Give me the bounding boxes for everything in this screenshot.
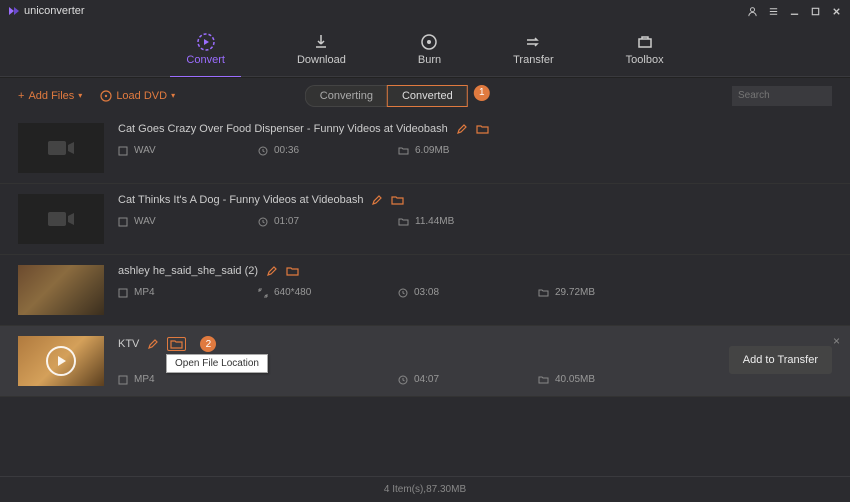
thumbnail [18, 123, 104, 173]
folder-small-icon [538, 288, 549, 298]
file-format: WAV [134, 145, 156, 156]
nav-burn-label: Burn [418, 54, 441, 66]
badge-1: 1 [474, 85, 490, 101]
file-format: WAV [134, 216, 156, 227]
nav-transfer-label: Transfer [513, 54, 554, 66]
load-dvd-label: Load DVD [116, 90, 167, 102]
file-duration: 01:07 [274, 216, 299, 227]
maximize-icon[interactable] [810, 6, 821, 17]
clock-icon [398, 288, 408, 298]
nav-convert-label: Convert [186, 54, 225, 66]
tab-converted[interactable]: Converted [387, 85, 468, 107]
format-icon [118, 217, 128, 227]
window-controls [747, 6, 842, 17]
list-item[interactable]: Cat Goes Crazy Over Food Dispenser - Fun… [0, 113, 850, 184]
file-duration: 00:36 [274, 145, 299, 156]
edit-icon[interactable] [147, 338, 159, 350]
menu-icon[interactable] [768, 6, 779, 17]
top-nav: Convert Download Burn Transfer Toolbox [0, 22, 850, 77]
user-icon[interactable] [747, 6, 758, 17]
minimize-icon[interactable] [789, 6, 800, 17]
add-to-transfer-button[interactable]: Add to Transfer [729, 346, 832, 374]
file-dimensions: 640*480 [274, 287, 311, 298]
file-list: Cat Goes Crazy Over Food Dispenser - Fun… [0, 113, 850, 476]
tab-converted-label: Converted [402, 90, 453, 102]
file-duration: 04:07 [414, 374, 439, 385]
file-title: Cat Thinks It's A Dog - Funny Videos at … [118, 194, 363, 206]
file-duration: 03:08 [414, 287, 439, 298]
tab-converting-label: Converting [320, 90, 373, 102]
file-title: ashley he_said_she_said (2) [118, 265, 258, 277]
list-item[interactable]: Cat Thinks It's A Dog - Funny Videos at … [0, 184, 850, 255]
file-format: MP4 [134, 374, 155, 385]
status-bar: 4 Item(s),87.30MB [0, 476, 850, 502]
chevron-down-icon: ▾ [78, 91, 82, 100]
file-format: MP4 [134, 287, 155, 298]
disc-icon [100, 90, 112, 102]
clock-icon [258, 217, 268, 227]
transfer-icon [523, 32, 543, 52]
file-size: 29.72MB [555, 287, 595, 298]
edit-icon[interactable] [266, 265, 278, 277]
toolbar: + Add Files ▾ Load DVD ▾ Converting Conv… [0, 77, 850, 113]
nav-toolbox[interactable]: Toolbox [620, 28, 670, 70]
download-icon [311, 32, 331, 52]
plus-icon: + [18, 90, 24, 102]
badge-2: 2 [200, 336, 216, 352]
folder-small-icon [398, 217, 409, 227]
nav-toolbox-label: Toolbox [626, 54, 664, 66]
edit-icon[interactable] [371, 194, 383, 206]
remove-item-icon[interactable]: × [833, 334, 840, 348]
burn-icon [419, 32, 439, 52]
thumbnail [18, 194, 104, 244]
thumbnail [18, 265, 104, 315]
search-input[interactable] [732, 86, 832, 106]
titlebar: uniconverter [0, 0, 850, 22]
folder-icon[interactable] [391, 194, 404, 206]
nav-convert[interactable]: Convert [180, 28, 231, 70]
video-placeholder-icon [46, 138, 76, 158]
play-icon [46, 346, 76, 376]
video-placeholder-icon [46, 209, 76, 229]
chevron-down-icon: ▾ [171, 91, 175, 100]
file-title: Cat Goes Crazy Over Food Dispenser - Fun… [118, 123, 448, 135]
add-files-button[interactable]: + Add Files ▾ [18, 90, 82, 102]
thumbnail[interactable] [18, 336, 104, 386]
nav-burn[interactable]: Burn [412, 28, 447, 70]
app-logo: uniconverter [8, 5, 85, 17]
nav-download-label: Download [297, 54, 346, 66]
list-item[interactable]: × KTV 2 Open File Location MP4 04:07 40.… [0, 326, 850, 397]
format-icon [118, 375, 128, 385]
add-files-label: Add Files [28, 90, 74, 102]
folder-icon[interactable] [286, 265, 299, 277]
file-size: 6.09MB [415, 145, 449, 156]
status-summary: 4 Item(s),87.30MB [384, 484, 466, 495]
nav-transfer[interactable]: Transfer [507, 28, 560, 70]
dimensions-icon [258, 288, 268, 298]
close-icon[interactable] [831, 6, 842, 17]
file-size: 11.44MB [415, 216, 454, 227]
status-tabs: Converting Converted 1 [305, 85, 490, 107]
folder-small-icon [398, 146, 409, 156]
folder-icon[interactable] [476, 123, 489, 135]
tab-converting[interactable]: Converting [305, 85, 387, 107]
file-size: 40.05MB [555, 374, 595, 385]
nav-download[interactable]: Download [291, 28, 352, 70]
edit-icon[interactable] [456, 123, 468, 135]
tooltip-open-file-location: Open File Location [166, 354, 268, 373]
format-icon [118, 146, 128, 156]
file-title: KTV [118, 338, 139, 350]
app-title: uniconverter [24, 5, 85, 17]
clock-icon [398, 375, 408, 385]
load-dvd-button[interactable]: Load DVD ▾ [100, 90, 175, 102]
folder-small-icon [538, 375, 549, 385]
convert-icon [196, 32, 216, 52]
toolbox-icon [635, 32, 655, 52]
folder-icon[interactable] [167, 337, 186, 351]
list-item[interactable]: ashley he_said_she_said (2) MP4 640*480 … [0, 255, 850, 326]
format-icon [118, 288, 128, 298]
clock-icon [258, 146, 268, 156]
